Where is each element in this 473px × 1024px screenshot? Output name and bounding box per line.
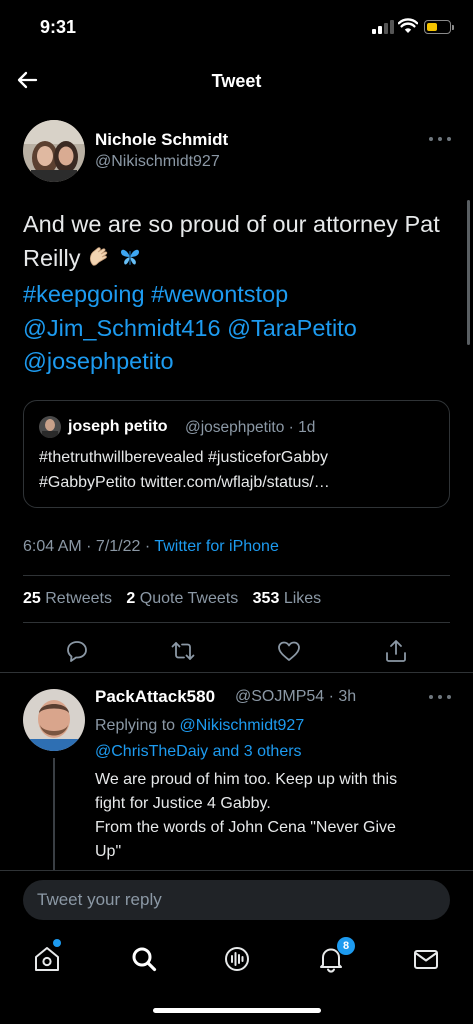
nav-header: Tweet [0,56,473,104]
reply-text-line: Up" [95,843,122,860]
quoted-tweet-age: 1d [298,419,316,436]
more-icon [429,695,451,699]
divider [23,622,450,623]
quoted-tweet-line: #GabbyPetito twitter.com/wflajb/status/… [39,474,330,491]
thread-line [53,758,55,878]
home-icon [35,947,59,971]
search-icon [132,947,157,972]
reply-more-button[interactable] [429,692,451,702]
reply-author-handle: @SOJMP54 [235,688,325,705]
tweet-timestamp: 6:04 AM · 7/1/22 [23,538,141,555]
home-indicator[interactable] [153,1008,321,1013]
wifi-icon [398,18,418,33]
scrollbar-thumb[interactable] [467,200,470,345]
tab-home[interactable] [32,944,62,974]
replying-to: Replying to @Nikischmidt927 @ChrisTheDai… [95,713,435,765]
reply-author-avatar[interactable] [23,689,85,751]
quoted-author-handle: @josephpetito [185,419,285,436]
home-new-dot [53,939,61,947]
quoted-author-meta: @josephpetito · 1d [185,419,316,436]
author-handle[interactable]: @Nikischmidt927 [95,153,220,171]
tweet-more-button[interactable] [429,134,451,144]
more-icon [429,137,451,141]
tweet-actions [0,638,473,664]
tweet-text: And we are so proud of our attorney Pat … [23,208,453,379]
quoted-author-avatar [39,416,61,438]
notifications-badge: 8 [337,937,355,955]
tab-spaces[interactable] [222,944,252,974]
tab-messages[interactable] [411,944,441,974]
tab-search[interactable] [129,944,159,974]
reply-author-meta: @SOJMP54 · 3h [235,688,357,705]
mention-link[interactable]: @josephpetito [23,348,174,374]
battery-icon [424,20,454,34]
share-icon [386,640,406,662]
divider [23,575,450,576]
status-time: 9:31 [40,17,77,37]
butterfly-emoji-icon [118,245,142,279]
hashtag-link[interactable]: #wewontstop [151,281,288,307]
retweets-stat[interactable]: 25 Retweets [23,590,112,607]
quoted-author-name: joseph petito [68,418,168,435]
hashtag-link[interactable]: #keepgoing [23,281,145,307]
replying-to-label: Replying to [95,717,176,734]
mention-link[interactable]: @TaraPetito [227,315,357,341]
quoted-tweet-card[interactable]: joseph petito @josephpetito · 1d #thetru… [23,400,450,508]
tweet-timestamp-row: 6:04 AM · 7/1/22 · Twitter for iPhone [23,538,279,555]
messages-icon [414,950,438,969]
like-icon [278,641,300,661]
like-button[interactable] [276,638,302,664]
quote-tweets-stat[interactable]: 2 Quote Tweets [126,590,238,607]
reply-text-line: fight for Justice 4 Gabby. [95,795,271,812]
tweet-text-body: And we are so proud of our attorney Pat … [23,211,440,271]
cellular-signal-icon [372,20,394,34]
replying-to-others-link[interactable]: @ChrisTheDaiy and 3 others [95,743,302,760]
reply-author-name[interactable]: PackAttack580 [95,687,215,707]
reply-button[interactable] [64,638,90,664]
reply-input[interactable] [23,880,450,920]
reply-text: We are proud of him too. Keep up with th… [95,768,455,864]
retweet-button[interactable] [170,638,196,664]
status-bar: 9:31 [0,0,473,56]
reply-age: 3h [338,688,357,705]
quoted-tweet-text: #thetruthwillberevealed #justiceforGabby… [39,445,439,495]
retweet-icon [171,642,195,660]
reply-composer [0,870,473,930]
share-button[interactable] [383,638,409,664]
reply-text-line: We are proud of him too. Keep up with th… [95,771,398,788]
replying-to-handle-link[interactable]: @Nikischmidt927 [180,717,305,734]
tweet-stats: 25 Retweets 2 Quote Tweets 353 Likes [23,590,331,608]
spaces-icon [225,947,249,971]
quoted-tweet-line: #thetruthwillberevealed #justiceforGabby [39,449,329,466]
tweet-source-link[interactable]: Twitter for iPhone [154,538,279,555]
author-avatar[interactable] [23,120,85,182]
page-title: Tweet [211,71,262,91]
likes-stat[interactable]: 353 Likes [253,590,322,607]
mention-link[interactable]: @Jim_Schmidt416 [23,315,221,341]
reply-text-line: From the words of John Cena "Never Give [95,819,396,836]
divider [0,672,473,673]
clapping-hands-emoji-icon [87,245,111,279]
reply-icon [67,641,87,662]
author-name[interactable]: Nichole Schmidt [95,130,228,150]
